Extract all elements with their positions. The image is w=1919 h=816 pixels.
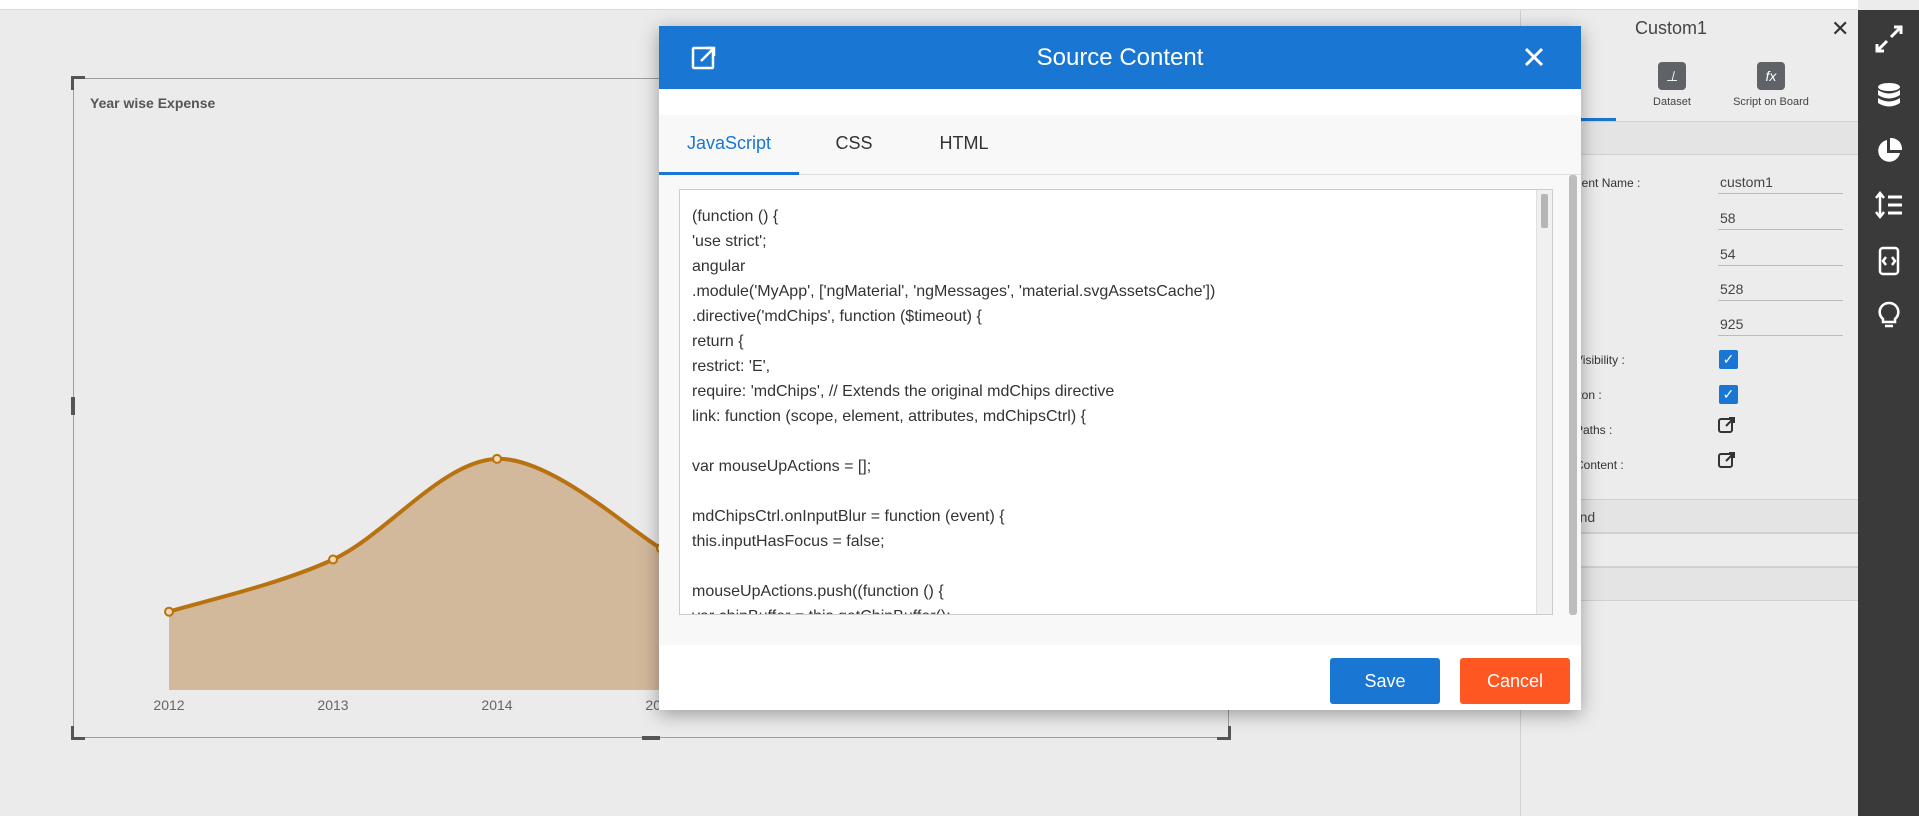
close-icon[interactable] — [1521, 44, 1547, 70]
right-toolbar — [1858, 10, 1919, 816]
external-link-icon[interactable] — [1718, 451, 1736, 469]
editor-container: (function () { 'use strict'; angular .mo… — [659, 175, 1581, 645]
save-button[interactable]: Save — [1330, 658, 1440, 704]
panel-close-icon[interactable]: ✕ — [1831, 16, 1849, 42]
editor-scrollbar[interactable] — [1536, 190, 1552, 614]
database-icon[interactable] — [1874, 80, 1904, 110]
top-toolbar — [0, 0, 1858, 10]
x-tick-label: 2012 — [153, 697, 184, 713]
left-input[interactable]: 54 — [1718, 242, 1843, 266]
visibility-checkbox[interactable]: ✓ — [1719, 350, 1738, 369]
x-tick-label: 2014 — [481, 697, 512, 713]
height-input[interactable]: 528 — [1718, 277, 1843, 301]
pie-chart-icon[interactable] — [1874, 136, 1904, 166]
tab-css[interactable]: CSS — [809, 115, 899, 175]
lightbulb-icon[interactable] — [1874, 300, 1904, 330]
source-tabs: JavaScript CSS HTML — [659, 115, 1581, 175]
source-content-modal: Source Content JavaScript CSS HTML (func… — [659, 26, 1581, 710]
chart-title: Year wise Expense — [90, 95, 216, 111]
modal-title: Source Content — [1036, 44, 1204, 71]
top-input[interactable]: 58 — [1718, 206, 1843, 230]
expand-icon[interactable] — [1874, 24, 1904, 54]
line-spacing-icon[interactable] — [1874, 190, 1904, 220]
modal-scrollbar[interactable] — [1569, 175, 1577, 615]
data-point[interactable] — [164, 606, 174, 617]
tab-javascript[interactable]: JavaScript — [659, 115, 799, 175]
code-text[interactable]: (function () { 'use strict'; angular .mo… — [692, 204, 1215, 614]
tab-html[interactable]: HTML — [909, 115, 1019, 175]
editor-scroll-thumb[interactable] — [1541, 194, 1548, 228]
open-external-icon[interactable] — [691, 45, 717, 71]
fx-icon: fx — [1757, 62, 1785, 90]
tab-dataset[interactable]: ⊥ Dataset — [1627, 62, 1717, 108]
width-input[interactable]: 925 — [1718, 312, 1843, 336]
dataset-icon: ⊥ — [1658, 62, 1686, 90]
code-editor[interactable]: (function () { 'use strict'; angular .mo… — [679, 189, 1553, 615]
data-point[interactable] — [492, 453, 502, 464]
modal-header: Source Content — [659, 26, 1581, 89]
tab-script-on-board[interactable]: fx Script on Board — [1721, 62, 1821, 108]
area-fill — [169, 458, 661, 690]
data-point[interactable] — [328, 554, 338, 565]
external-link-icon[interactable] — [1718, 416, 1736, 434]
script-icon[interactable] — [1874, 246, 1904, 276]
button-checkbox[interactable]: ✓ — [1719, 385, 1738, 404]
x-tick-label: 2013 — [317, 697, 348, 713]
cancel-button[interactable]: Cancel — [1460, 658, 1570, 704]
component-name-input[interactable]: custom1 — [1718, 170, 1843, 194]
